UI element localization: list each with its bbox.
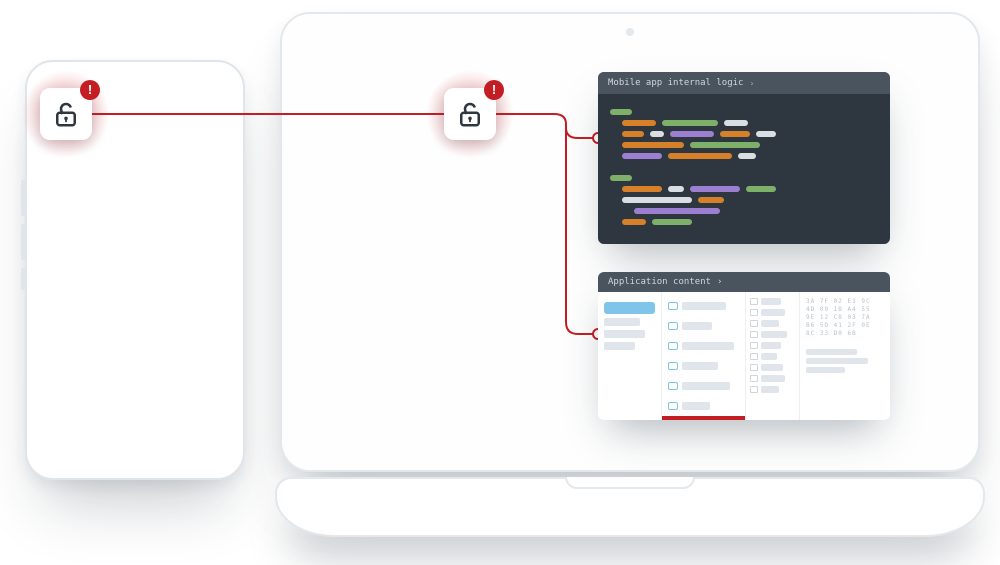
content-panel-header: Application content › (598, 272, 890, 292)
alert-icon: ! (80, 80, 100, 100)
laptop-camera (626, 28, 634, 36)
file-list-column (662, 292, 746, 420)
folder-column (598, 292, 662, 420)
content-panel: Application content › (598, 272, 890, 420)
phone-volume-up (21, 180, 25, 216)
list-item (662, 356, 745, 376)
list-item (662, 336, 745, 356)
hex-preview-column: 3A 7F 02 E1 9C4D 00 1B A4 559E 12 C8 03 … (800, 292, 890, 420)
size-column (746, 292, 800, 420)
list-item (662, 296, 745, 316)
content-panel-body: 3A 7F 02 E1 9C4D 00 1B A4 559E 12 C8 03 … (598, 292, 890, 420)
security-diagram: ! ! Mobile app internal logic › (0, 0, 1000, 565)
chevron-right-icon: › (717, 277, 722, 287)
list-item (662, 376, 745, 396)
hex-metadata (800, 342, 890, 380)
phone-power-button (21, 268, 25, 290)
code-panel: Mobile app internal logic › (598, 72, 890, 244)
list-item-selected (662, 416, 745, 420)
vulnerability-badge-phone: ! (40, 88, 92, 140)
laptop-trackpad-notch (565, 477, 695, 489)
content-panel-title: Application content (608, 277, 711, 287)
code-panel-tab: Mobile app internal logic › (608, 72, 754, 94)
alert-icon: ! (484, 80, 504, 100)
phone-volume-down (21, 224, 25, 260)
code-body (598, 94, 890, 240)
vulnerability-badge-laptop: ! (444, 88, 496, 140)
list-item (662, 316, 745, 336)
code-panel-title: Mobile app internal logic (608, 78, 743, 88)
chevron-right-icon: › (749, 79, 754, 88)
hex-dump: 3A 7F 02 E1 9C4D 00 1B A4 559E 12 C8 03 … (800, 292, 890, 342)
list-item (662, 396, 745, 416)
code-panel-header: Mobile app internal logic › (598, 72, 890, 94)
